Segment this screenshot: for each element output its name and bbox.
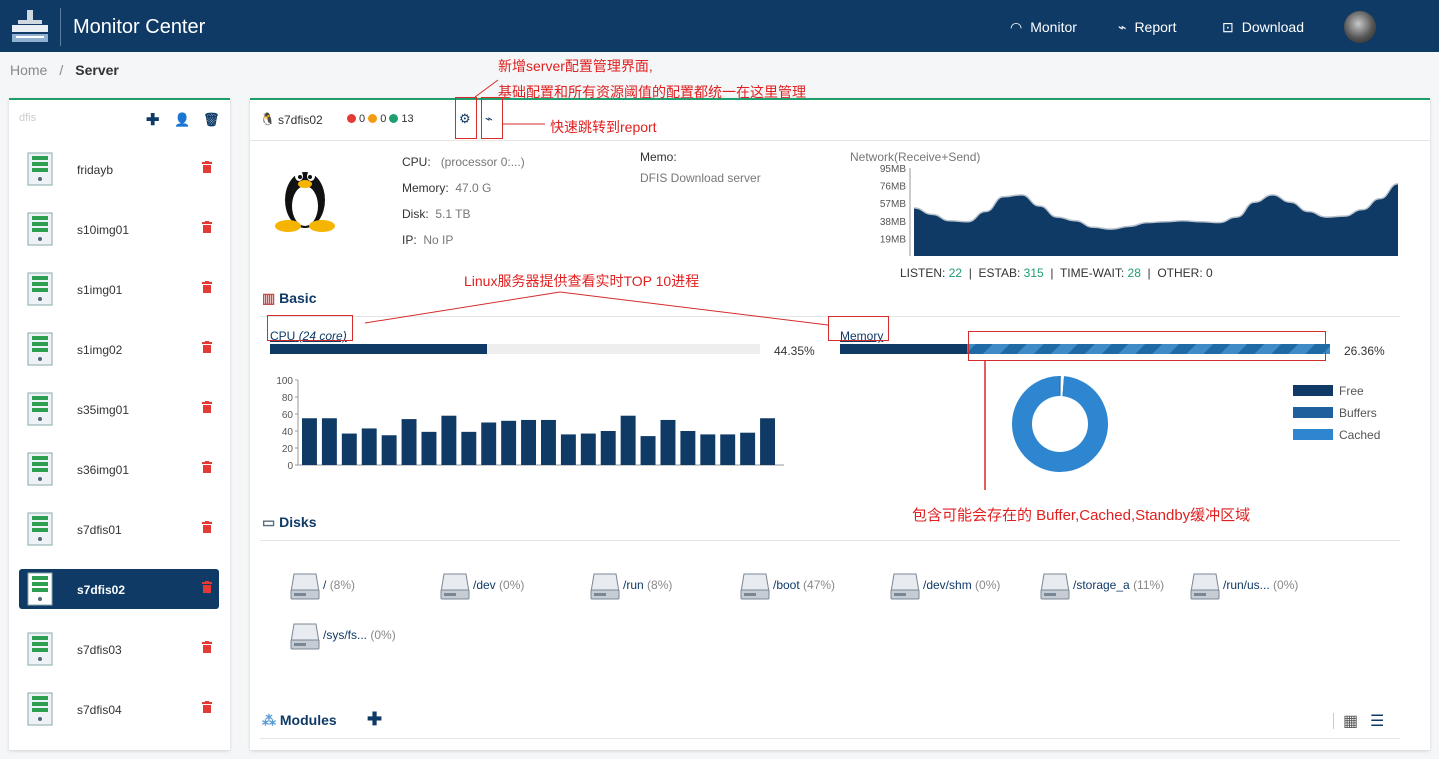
annotation-leader-lines	[364, 79, 986, 490]
